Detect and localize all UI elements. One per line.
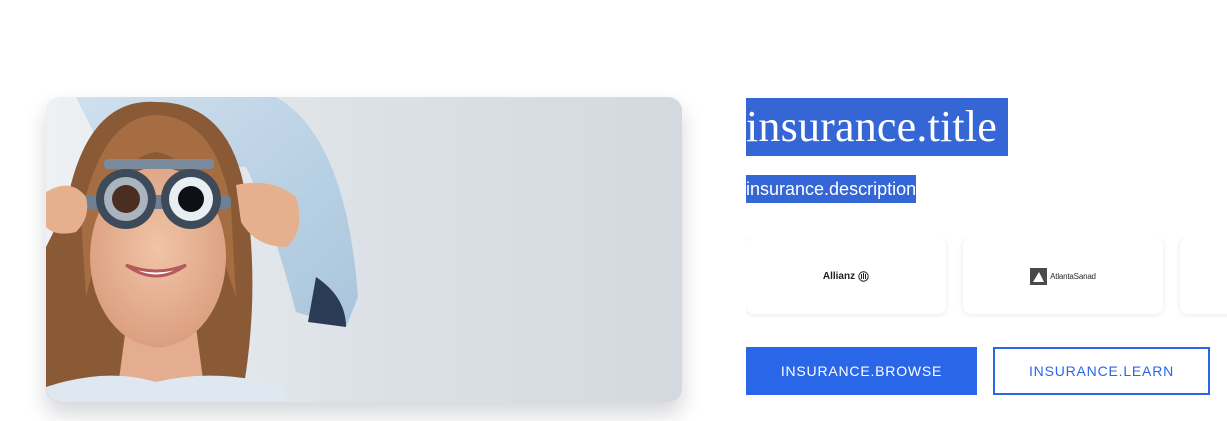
browse-insurance-button[interactable]: INSURANCE.BROWSE (746, 347, 977, 395)
partner-card-atlantasanad[interactable]: AtlantaSanad (963, 238, 1163, 314)
partner-card-allianz[interactable]: Allianz (746, 238, 946, 314)
section-title: insurance.title (746, 98, 1009, 156)
learn-insurance-button[interactable]: INSURANCE.LEARN (993, 347, 1210, 395)
partner-card-next[interactable] (1180, 238, 1227, 314)
allianz-eagle-icon (858, 270, 869, 282)
atlantasanad-mark-icon (1030, 267, 1048, 285)
partner-logos-carousel[interactable]: Allianz AtlantaSanad (746, 238, 1227, 318)
partner-name: AtlantaSanad (1050, 271, 1096, 281)
section-description: insurance.description (746, 175, 917, 203)
partner-name: Allianz (822, 270, 856, 282)
allianz-logo: Allianz (823, 271, 869, 282)
atlantasanad-logo: AtlantaSanad (1030, 267, 1096, 285)
eye-exam-photo (46, 97, 682, 402)
insurance-section: insurance.title insurance.description Al… (0, 0, 1227, 421)
